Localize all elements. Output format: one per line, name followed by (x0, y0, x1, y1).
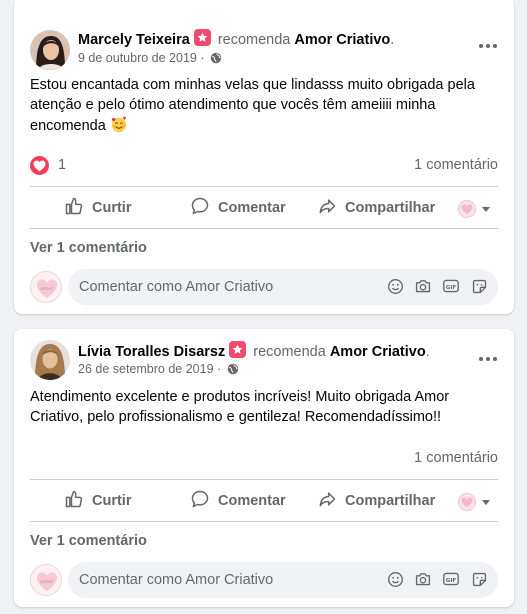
reactions-bar: 1 1 comentário (30, 154, 498, 178)
post-meta: 9 de outubro de 2019 · (78, 51, 222, 67)
love-reaction-icon[interactable] (30, 156, 49, 175)
post-text: Atendimento excelente e produtos incríve… (30, 387, 498, 427)
page-avatar: amor (30, 564, 62, 596)
camera-icon[interactable] (414, 570, 432, 588)
recommend-verb: recomenda (253, 344, 326, 360)
share-icon (317, 196, 337, 220)
divider (30, 228, 498, 229)
more-icon (479, 357, 483, 361)
post-card: Lívia Toralles Disarsz recomenda Amor Cr… (14, 329, 514, 607)
comment-composer: GIF (68, 562, 498, 598)
reactions-bar: 1 comentário (30, 447, 498, 471)
globe-icon (227, 363, 239, 378)
star-badge-icon (193, 29, 211, 46)
meta-separator: · (217, 362, 222, 376)
caret-down-icon (482, 499, 490, 505)
post-body: Atendimento excelente e produtos incríve… (30, 389, 450, 425)
recommend-verb: recomenda (217, 32, 291, 48)
emoji-icon[interactable] (386, 277, 404, 295)
divider (30, 186, 498, 187)
composer-tools: GIF (386, 277, 488, 295)
composer-tools: GIF (386, 570, 488, 588)
comment-button[interactable]: Comentar (190, 484, 286, 518)
smiling-face-with-hearts-icon (110, 115, 128, 133)
comment-count[interactable]: 1 comentário (414, 450, 498, 466)
post-text: Estou encantada com minhas velas que lin… (30, 75, 498, 136)
page-mini-avatar (458, 493, 476, 511)
like-button[interactable]: Curtir (64, 484, 131, 518)
post-body: Estou encantada com minhas velas que lin… (30, 77, 475, 134)
like-label: Curtir (92, 493, 132, 509)
comment-label: Comentar (218, 200, 286, 216)
author-name[interactable]: Lívia Toralles Disarsz (78, 344, 225, 360)
share-button[interactable]: Compartilhar (317, 484, 435, 518)
post-meta: 26 de setembro de 2019 · (78, 362, 239, 378)
share-icon (317, 489, 337, 513)
page-name[interactable]: Amor Criativo (330, 344, 426, 360)
post-header: Marcely Teixeira recomenda Amor Criativo… (78, 29, 394, 48)
view-comments-link[interactable]: Ver 1 comentário (30, 240, 147, 256)
meta-separator: · (200, 51, 205, 65)
like-label: Curtir (92, 200, 132, 216)
page-name[interactable]: Amor Criativo (294, 32, 390, 48)
sticker-icon[interactable] (470, 277, 488, 295)
more-options-button[interactable] (472, 34, 504, 58)
like-icon (64, 489, 84, 513)
share-button[interactable]: Compartilhar (317, 191, 435, 225)
post-date[interactable]: 26 de setembro de 2019 (78, 362, 214, 376)
gif-icon[interactable]: GIF (442, 570, 460, 588)
comment-input[interactable] (68, 562, 368, 598)
globe-icon (210, 52, 222, 67)
divider (30, 479, 498, 480)
gif-icon[interactable]: GIF (442, 277, 460, 295)
comment-input[interactable] (68, 269, 368, 305)
star-badge-icon (229, 341, 247, 358)
caret-down-icon (482, 206, 490, 212)
svg-text:GIF: GIF (446, 578, 457, 584)
author-avatar[interactable] (30, 30, 70, 70)
comment-label: Comentar (218, 493, 286, 509)
divider (30, 521, 498, 522)
comment-button[interactable]: Comentar (190, 191, 286, 225)
post-actions: Curtir Comentar Compartilhar (30, 484, 498, 518)
share-label: Compartilhar (345, 200, 436, 216)
comment-count[interactable]: 1 comentário (414, 157, 498, 173)
svg-text:amor: amor (40, 286, 54, 292)
svg-text:GIF: GIF (446, 285, 457, 291)
reaction-count[interactable]: 1 (58, 157, 66, 173)
view-comments-link[interactable]: Ver 1 comentário (30, 533, 147, 549)
audience-selector[interactable] (458, 200, 490, 218)
author-avatar[interactable] (30, 340, 70, 380)
emoji-icon[interactable] (386, 570, 404, 588)
post-date[interactable]: 9 de outubro de 2019 (78, 51, 197, 65)
author-name[interactable]: Marcely Teixeira (78, 32, 190, 48)
more-icon (479, 44, 483, 48)
page-mini-avatar (458, 200, 476, 218)
like-button[interactable]: Curtir (64, 191, 131, 225)
share-label: Compartilhar (345, 493, 436, 509)
comment-icon (190, 196, 210, 220)
like-icon (64, 196, 84, 220)
post-actions: Curtir Comentar Compartilhar (30, 191, 498, 225)
svg-text:amor: amor (40, 579, 54, 585)
page-avatar: amor (30, 271, 62, 303)
audience-selector[interactable] (458, 493, 490, 511)
camera-icon[interactable] (414, 277, 432, 295)
comment-composer: GIF (68, 269, 498, 305)
sticker-icon[interactable] (470, 570, 488, 588)
comment-icon (190, 489, 210, 513)
post-card: Marcely Teixeira recomenda Amor Criativo… (14, 0, 514, 314)
more-options-button[interactable] (472, 347, 504, 371)
post-header: Lívia Toralles Disarsz recomenda Amor Cr… (78, 341, 430, 360)
